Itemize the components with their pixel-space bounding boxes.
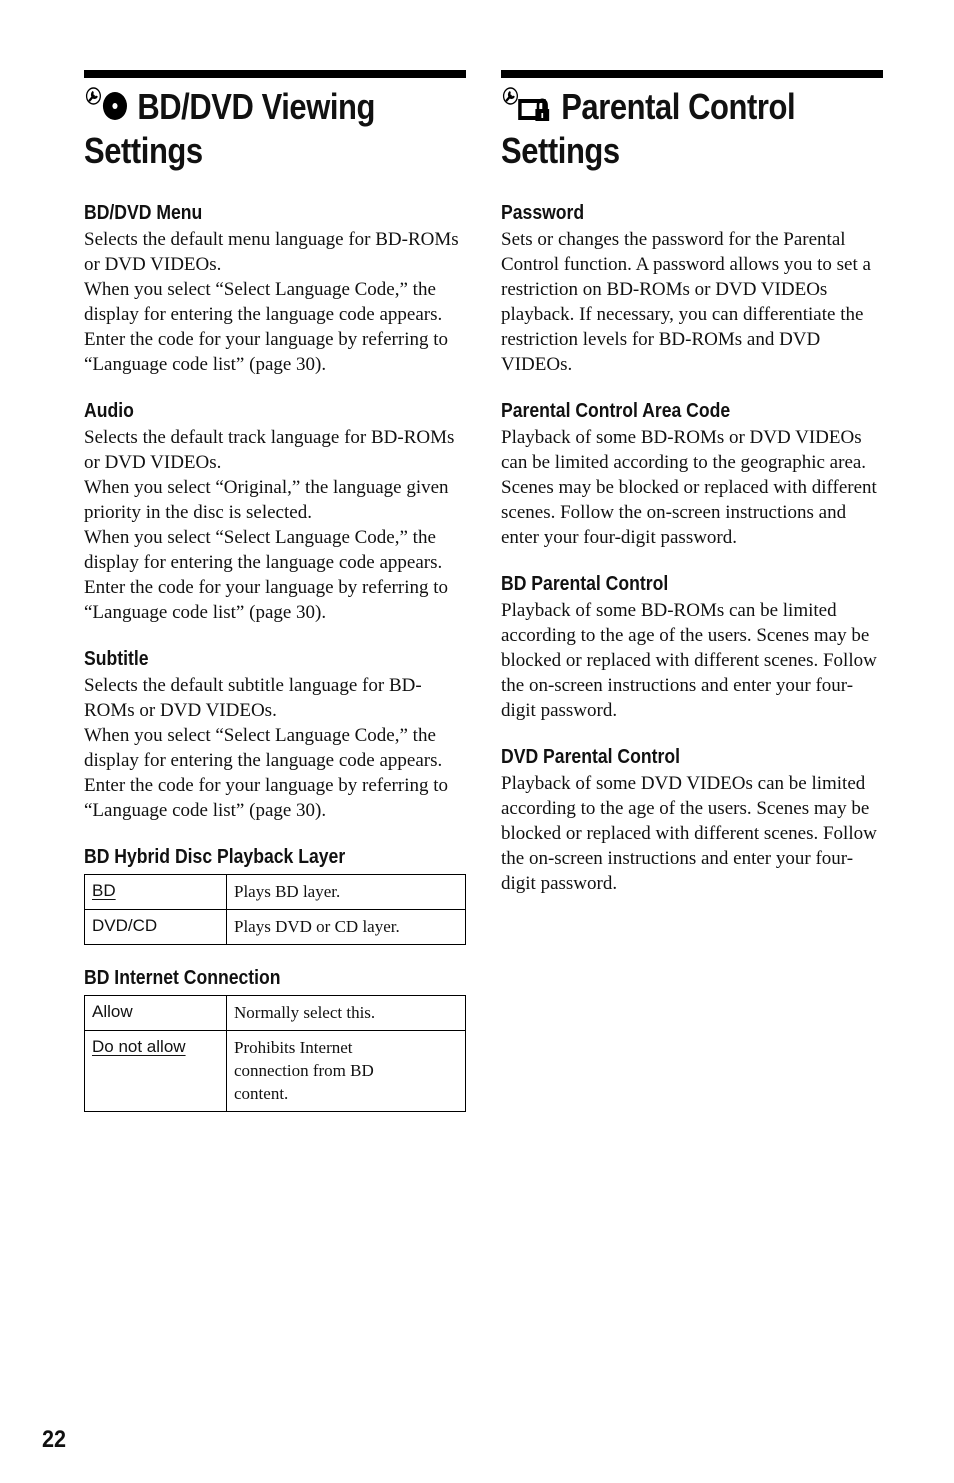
- section-heading: BD Hybrid Disc Playback Layer: [84, 846, 346, 868]
- option-name: DVD/CD: [92, 916, 158, 935]
- section-heading: Subtitle: [84, 648, 149, 670]
- title-line-2: Settings: [501, 130, 620, 171]
- bd-internet-connection-section: BD Internet Connection Allow Normally se…: [84, 967, 466, 1112]
- section-heading: BD/DVD Menu: [84, 202, 203, 224]
- option-description: Plays BD layer.: [226, 874, 466, 910]
- option-name: Do not allow: [92, 1037, 186, 1056]
- section-heading: DVD Parental Control: [501, 746, 680, 768]
- section-body: Selects the default subtitle language fo…: [84, 675, 449, 821]
- section-title: Parental Control Settings: [501, 86, 830, 172]
- table-row: Do not allow Prohibits Internet connecti…: [84, 1030, 466, 1112]
- table-row: Allow Normally select this.: [84, 995, 466, 1031]
- section-body: Playback of some DVD VIDEOs can be limit…: [501, 773, 877, 894]
- section-body: Selects the default track language for B…: [84, 427, 455, 623]
- parental-control-area-code-section: Parental Control Area Code Playback of s…: [501, 400, 883, 550]
- password-section: Password Sets or changes the password fo…: [501, 202, 883, 377]
- bd-dvd-menu-section: BD/DVD Menu Selects the default menu lan…: [84, 202, 466, 377]
- audio-section: Audio Selects the default track language…: [84, 400, 466, 625]
- parental-control-settings-column: Parental Control Settings Password Sets …: [501, 70, 883, 896]
- title-line-1: BD/DVD Viewing: [137, 86, 376, 127]
- option-name: Allow: [92, 1002, 133, 1021]
- option-description: Plays DVD or CD layer.: [226, 909, 466, 945]
- section-body: Playback of some BD-ROMs or DVD VIDEOs c…: [501, 427, 877, 548]
- hybrid-options-table: BD Plays BD layer. DVD/CD Plays DVD or C…: [84, 874, 466, 945]
- bd-dvd-viewing-settings-column: BD/DVD Viewing Settings BD/DVD Menu Sele…: [84, 70, 466, 1112]
- option-description: Prohibits Internet connection from BD co…: [226, 1030, 466, 1112]
- section-heading: BD Internet Connection: [84, 967, 281, 989]
- internet-options-table: Allow Normally select this. Do not allow…: [84, 995, 466, 1112]
- table-row: DVD/CD Plays DVD or CD layer.: [84, 909, 466, 945]
- subtitle-section: Subtitle Selects the default subtitle la…: [84, 648, 466, 823]
- option-description: Normally select this.: [226, 995, 466, 1031]
- section-heading: Parental Control Area Code: [501, 400, 731, 422]
- bd-parental-control-section: BD Parental Control Playback of some BD-…: [501, 573, 883, 723]
- section-heading: BD Parental Control: [501, 573, 669, 595]
- section-rule: [501, 70, 883, 78]
- page-number: 22: [42, 1426, 67, 1453]
- section-rule: [84, 70, 466, 78]
- title-line-1: Parental Control: [561, 86, 796, 127]
- section-title: BD/DVD Viewing Settings: [84, 86, 413, 172]
- wrench-disc-icon: [84, 87, 132, 130]
- section-heading: Password: [501, 202, 585, 224]
- section-heading: Audio: [84, 400, 134, 422]
- title-line-2: Settings: [84, 130, 203, 171]
- bd-hybrid-disc-section: BD Hybrid Disc Playback Layer BD Plays B…: [84, 846, 466, 945]
- dvd-parental-control-section: DVD Parental Control Playback of some DV…: [501, 746, 883, 896]
- section-body: Selects the default menu language for BD…: [84, 229, 459, 375]
- option-name: BD: [92, 881, 116, 900]
- table-row: BD Plays BD layer.: [84, 874, 466, 910]
- section-body: Sets or changes the password for the Par…: [501, 229, 871, 375]
- section-body: Playback of some BD-ROMs can be limited …: [501, 600, 877, 721]
- wrench-lock-icon: [501, 87, 556, 130]
